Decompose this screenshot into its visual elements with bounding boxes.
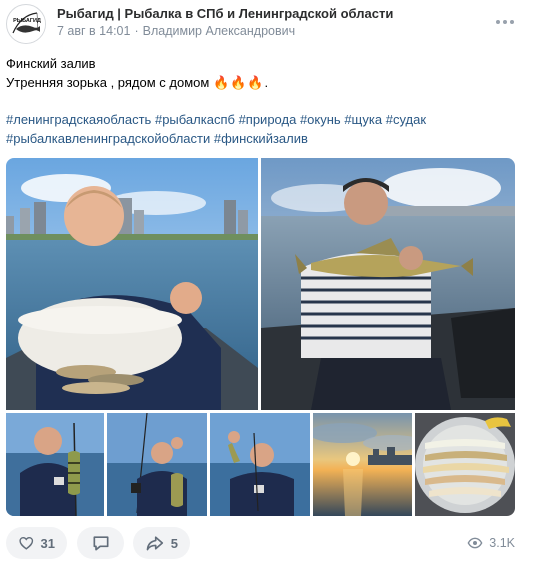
hashtag-link[interactable]: #рыбалкавленинградскойобласти xyxy=(6,131,210,146)
comment-icon xyxy=(93,536,108,551)
post-text: Финский залив Утренняя зорька , рядом с … xyxy=(6,54,526,92)
views-counter: 3.1K xyxy=(467,535,515,551)
photo-4[interactable] xyxy=(107,413,207,516)
photo-6[interactable] xyxy=(313,413,412,516)
group-avatar[interactable]: РЫБАГИД xyxy=(6,4,46,44)
hashtags-line-2: #рыбалкавленинградскойобласти #финскийза… xyxy=(6,129,526,148)
fishing-logo-icon: РЫБАГИД xyxy=(8,6,45,43)
photo-2[interactable] xyxy=(261,158,515,410)
post-card: РЫБАГИД Рыбагид | Рыбалка в СПб и Ленинг… xyxy=(0,0,533,568)
like-button[interactable]: 31 xyxy=(6,527,67,559)
comment-button[interactable] xyxy=(77,527,124,559)
hashtag-link[interactable]: #судак xyxy=(386,112,426,127)
photo-5[interactable] xyxy=(210,413,310,516)
share-arrow-icon xyxy=(146,536,164,551)
photo-fisherman-bucket xyxy=(6,158,258,410)
photo-fisherman-zander xyxy=(261,158,515,410)
group-name-link[interactable]: Рыбагид | Рыбалка в СПб и Ленинградской … xyxy=(57,6,393,21)
photo-sunset xyxy=(313,413,412,516)
hashtag-link[interactable]: #финскийзалив xyxy=(214,131,308,146)
more-horizontal-icon xyxy=(496,20,500,24)
photo-1[interactable] xyxy=(6,158,258,410)
share-button[interactable]: 5 xyxy=(133,527,190,559)
hashtag-link[interactable]: #щука xyxy=(344,112,382,127)
eye-icon xyxy=(467,537,483,549)
post-text-line-2: Утренняя зорька , рядом с домом 🔥🔥🔥. xyxy=(6,75,269,90)
hashtag-link[interactable]: #окунь xyxy=(300,112,341,127)
photo-fish-basin xyxy=(415,413,515,516)
share-count: 5 xyxy=(170,535,178,551)
photo-casting xyxy=(107,413,207,516)
photo-7[interactable] xyxy=(415,413,515,516)
hashtag-link[interactable]: #ленинградскаяобласть xyxy=(6,112,151,127)
post-text-line-1: Финский залив xyxy=(6,56,96,71)
svg-text:РЫБАГИД: РЫБАГИД xyxy=(13,18,41,24)
heart-icon xyxy=(19,536,34,550)
hashtags: #ленинградскаяобласть #рыбалкаспб #приро… xyxy=(6,110,526,148)
photo-small-fish xyxy=(210,413,310,516)
post-meta: 7 авг в 14:01 · Владимир Александрович xyxy=(57,24,296,38)
like-count: 31 xyxy=(40,535,55,551)
hashtag-link[interactable]: #рыбалкаспб xyxy=(155,112,235,127)
post-author[interactable]: Владимир Александрович xyxy=(143,24,296,38)
post-date[interactable]: 7 авг в 14:01 xyxy=(57,24,130,38)
photo-perch-rod xyxy=(6,413,104,516)
fire-emoji: 🔥🔥🔥 xyxy=(212,75,265,90)
views-count: 3.1K xyxy=(489,536,515,550)
photo-3[interactable] xyxy=(6,413,104,516)
hashtag-link[interactable]: #природа xyxy=(239,112,297,127)
hashtags-line-1: #ленинградскаяобласть #рыбалкаспб #приро… xyxy=(6,110,526,129)
more-options-button[interactable] xyxy=(495,14,515,30)
